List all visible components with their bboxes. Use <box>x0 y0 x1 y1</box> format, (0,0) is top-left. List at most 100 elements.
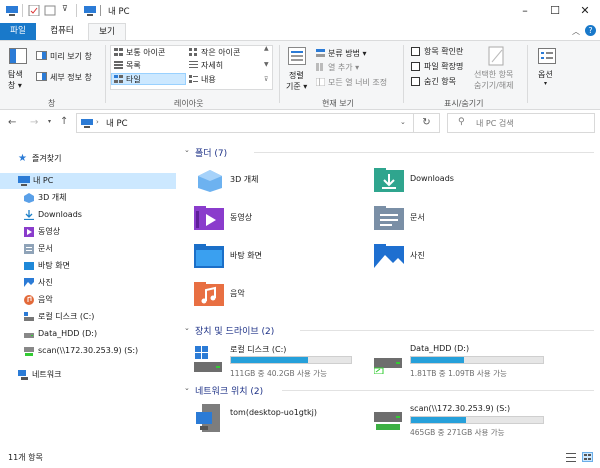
large-icons-view-icon[interactable] <box>582 452 593 462</box>
3d-objects-icon <box>24 193 34 203</box>
network-drive-icon <box>24 347 34 356</box>
drive-c-info: 111GB 중 40.2GB 사용 가능 <box>230 369 327 378</box>
sort-by-icon <box>288 47 306 65</box>
network-header[interactable]: 네트워크 위치 (2) <box>195 384 263 397</box>
drives-header[interactable]: 장치 및 드라이브 (2) <box>195 324 274 337</box>
nav-quick-access[interactable]: ★ 즐겨찾기 <box>18 151 168 167</box>
network-scan-name: scan(\\172.30.253.9) (S:) <box>410 404 511 413</box>
options-button[interactable]: 옵션 <box>538 69 553 80</box>
drive-d-info: 1.81TB 중 1.09TB 사용 가능 <box>410 369 507 378</box>
details-pane-icon <box>36 72 47 81</box>
forward-button[interactable]: → <box>30 117 38 128</box>
back-button[interactable]: ← <box>8 117 16 128</box>
sort-by-label-2[interactable]: 기준 ▾ <box>286 81 307 92</box>
this-pc-address-icon <box>81 119 93 128</box>
layout-medium-icons[interactable]: 보통 아이콘 <box>126 47 165 58</box>
network-scan-usage-fill <box>411 417 467 423</box>
content-area: ⌄ 폴더 (7) 3D 개체 Downloads 동영상 문서 바탕 화면 사진… <box>178 140 600 440</box>
sort-by-label[interactable]: 정렬 <box>289 70 304 81</box>
3d-objects-folder-icon <box>198 170 222 192</box>
tab-computer[interactable]: 컴퓨터 <box>40 23 84 40</box>
layout-small-icons[interactable]: 작은 아이콘 <box>201 47 240 58</box>
pane-group-label: 창 <box>48 99 56 108</box>
breadcrumb-this-pc[interactable]: 내 PC <box>106 117 128 129</box>
show-hide-group-label: 표시/숨기기 <box>444 99 484 108</box>
file-extensions-label[interactable]: 파일 확장명 <box>424 61 463 72</box>
details-pane-button[interactable]: 세부 정보 창 <box>50 72 92 83</box>
recent-locations-icon[interactable]: ▾ <box>48 118 51 125</box>
item-checkboxes-label[interactable]: 항목 확인란 <box>424 46 463 57</box>
data-hdd-icon <box>24 333 34 338</box>
options-dropdown-arrow[interactable]: ▾ <box>544 80 547 87</box>
new-folder-icon[interactable] <box>44 5 56 16</box>
close-button[interactable]: ✕ <box>570 0 600 22</box>
gallery-scroll-up-icon[interactable]: ▲ <box>264 45 269 52</box>
drive-c-usage-fill <box>231 357 308 363</box>
gallery-more-icon[interactable]: ⊽ <box>264 76 268 83</box>
options-icon <box>538 48 556 64</box>
navigation-pane-label-2[interactable]: 창 ▾ <box>8 80 22 91</box>
customize-quick-access-icon[interactable]: ⊽ <box>62 4 68 13</box>
layout-content[interactable]: 내용 <box>201 74 216 85</box>
data-hdd-drive-icon <box>374 358 402 374</box>
help-icon[interactable]: ? <box>585 25 596 36</box>
navigation-pane-icon <box>9 48 27 64</box>
network-pc-icon <box>196 404 220 432</box>
network-collapse-icon[interactable]: ⌄ <box>184 384 190 392</box>
current-view-group-label: 현재 보기 <box>322 99 354 108</box>
tab-file[interactable]: 파일 <box>0 23 36 40</box>
drive-c[interactable]: 로컬 디스크 (C:) 111GB 중 40.2GB 사용 가능 <box>194 344 354 378</box>
item-checkboxes-checkbox[interactable] <box>411 47 420 56</box>
up-button[interactable]: ↑ <box>60 116 68 127</box>
nav-this-pc[interactable]: 내 PC <box>0 173 176 189</box>
preview-pane-icon <box>36 51 47 60</box>
search-box[interactable]: ⚲ 내 PC 검색 <box>447 113 595 133</box>
size-columns-button[interactable]: 모든 열 너비 조정 <box>328 77 387 88</box>
layout-details[interactable]: 자세히 <box>201 60 223 71</box>
address-dropdown-icon[interactable]: ⌄ <box>400 118 406 126</box>
file-extensions-checkbox[interactable] <box>411 62 420 71</box>
details-icon <box>189 61 198 68</box>
layout-group-label: 레이아웃 <box>174 99 204 108</box>
navigation-pane-label[interactable]: 탐색 <box>8 69 23 80</box>
videos-icon <box>24 227 34 237</box>
network-scan[interactable]: scan(\\172.30.253.9) (S:) 465GB 중 271GB … <box>374 402 546 437</box>
local-disk-icon <box>24 312 34 321</box>
maximize-button[interactable]: ☐ <box>540 0 570 22</box>
network-drive-large-icon <box>374 412 402 430</box>
hide-selected-label[interactable]: 선택한 항목 <box>474 69 513 80</box>
breadcrumb-separator-icon[interactable]: › <box>96 118 99 126</box>
group-by-icon <box>316 49 325 57</box>
downloads-folder-icon <box>374 168 404 192</box>
desktop-icon <box>24 262 34 270</box>
group-by-button[interactable]: 분류 방법 ▾ <box>328 48 367 59</box>
folders-header[interactable]: 폴더 (7) <box>195 146 227 159</box>
search-icon: ⚲ <box>458 117 465 127</box>
music-icon <box>24 295 34 305</box>
tiles-icon <box>114 75 123 83</box>
gallery-scroll-down-icon[interactable]: ▼ <box>264 61 269 68</box>
navigation-pane: ★ 즐겨찾기 내 PC 3D 개체 Downloads 동영상 문서 바탕 화면… <box>0 140 176 440</box>
hidden-items-label[interactable]: 숨긴 항목 <box>424 76 456 87</box>
drive-d-usage-fill <box>411 357 464 363</box>
collapse-ribbon-icon[interactable]: ︿ <box>572 26 580 37</box>
folders-collapse-icon[interactable]: ⌄ <box>184 146 190 154</box>
tab-view[interactable]: 보기 <box>88 23 126 41</box>
hidden-items-checkbox[interactable] <box>411 77 420 86</box>
drives-collapse-icon[interactable]: ⌄ <box>184 324 190 332</box>
refresh-button[interactable]: ↻ <box>414 113 440 133</box>
hide-selected-label-2[interactable]: 숨기기/해제 <box>474 80 514 91</box>
details-view-icon[interactable] <box>566 453 576 462</box>
preview-pane-button[interactable]: 미리 보기 창 <box>50 51 92 62</box>
videos-folder-icon <box>194 206 224 230</box>
network-scan-usage-bar <box>410 416 544 424</box>
add-columns-button[interactable]: 열 추가 ▾ <box>328 62 359 73</box>
network-scan-info: 465GB 중 271GB 사용 가능 <box>410 428 505 437</box>
minimize-button[interactable]: – <box>510 0 540 22</box>
layout-tiles[interactable]: 타일 <box>126 74 141 85</box>
drive-d[interactable]: Data_HDD (D:) 1.81TB 중 1.09TB 사용 가능 <box>374 344 546 378</box>
network-tom[interactable]: tom(desktop-uo1gtkj) <box>194 402 354 436</box>
layout-list[interactable]: 목록 <box>126 60 141 71</box>
address-bar[interactable]: › 내 PC ⌄ <box>76 113 414 133</box>
properties-icon[interactable] <box>28 5 40 16</box>
